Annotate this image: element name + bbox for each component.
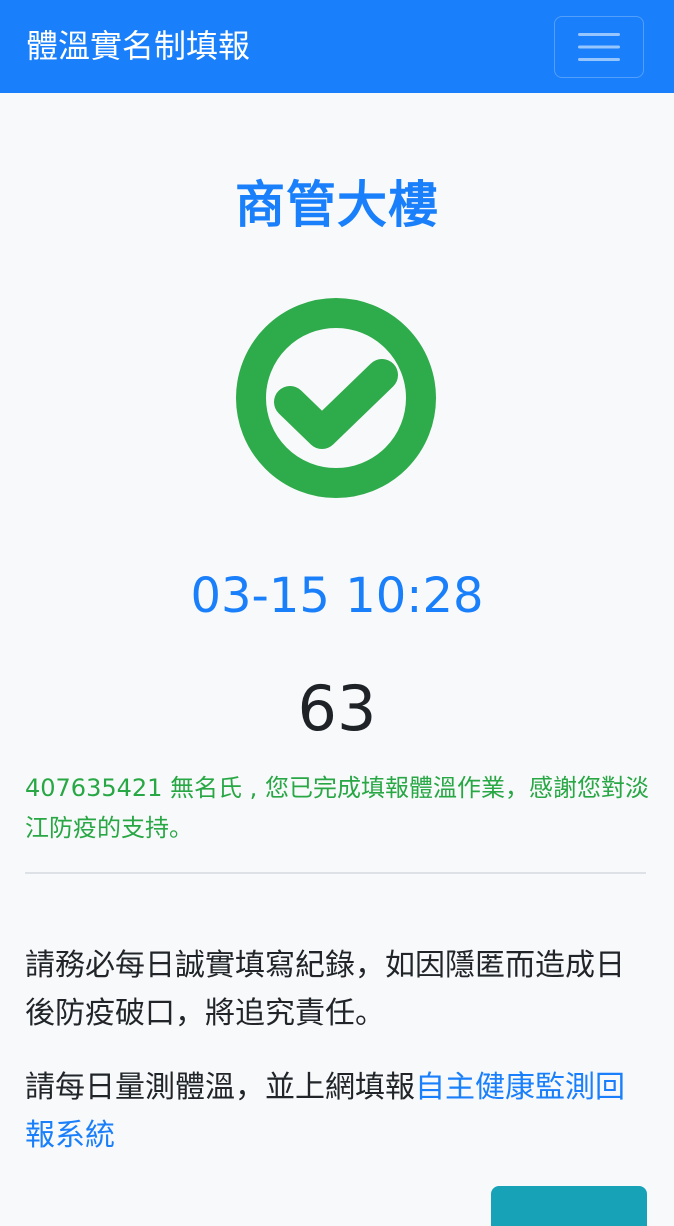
hamburger-menu-icon xyxy=(578,33,620,61)
navbar-toggler-button[interactable] xyxy=(554,16,644,78)
divider xyxy=(25,872,646,874)
success-message: 407635421 無名氏 , 您已完成填報體溫作業，感謝您對淡江防疫的支持。 xyxy=(25,774,649,842)
report-number: 63 xyxy=(297,672,377,745)
navbar-brand[interactable]: 體溫實名制填報 xyxy=(26,24,250,68)
report-notice: 請每日量測體溫，並上網填報自主健康監測回報系統 xyxy=(25,1064,649,1160)
navbar: 體溫實名制填報 xyxy=(0,0,674,93)
location-title: 商管大樓 xyxy=(235,176,439,234)
responsibility-notice: 請務必每日誠實填寫紀錄，如因隱匿而造成日後防疫破口，將追究責任。 xyxy=(25,948,625,1031)
bottom-button[interactable] xyxy=(491,1186,647,1226)
report-datetime: 03-15 10:28 xyxy=(190,568,484,624)
report-notice-text: 請每日量測體溫，並上網填報 xyxy=(25,1070,415,1105)
check-circle-icon xyxy=(236,298,436,498)
